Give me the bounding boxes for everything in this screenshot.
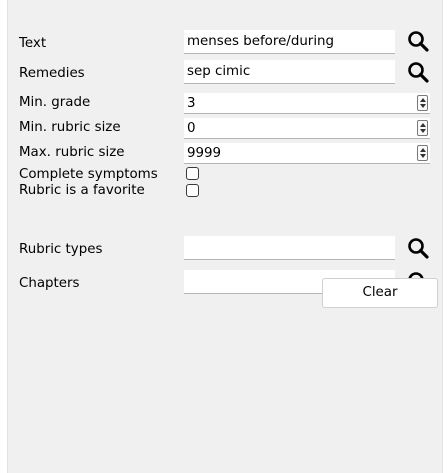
spin-down-icon[interactable] — [420, 104, 426, 108]
max-rubric-size-value: 9999 — [187, 146, 222, 161]
spin-arrows-icon[interactable] — [417, 120, 428, 136]
spin-up-icon[interactable] — [420, 148, 426, 152]
text-label: Text — [19, 36, 47, 51]
min-grade-value: 3 — [187, 96, 196, 111]
min-rubric-size-value: 0 — [187, 121, 196, 136]
text-search-button[interactable] — [404, 27, 434, 55]
max-rubric-size-spinbox[interactable]: 9999 — [184, 143, 430, 164]
spin-down-icon[interactable] — [420, 154, 426, 158]
remedies-input[interactable]: sep cimic — [184, 60, 395, 84]
spin-down-icon[interactable] — [420, 129, 426, 133]
complete-symptoms-label: Complete symptoms — [19, 167, 158, 182]
min-grade-label: Min. grade — [19, 95, 91, 110]
spin-arrows-icon[interactable] — [417, 145, 428, 161]
remedies-label: Remedies — [19, 66, 85, 81]
min-rubric-size-label: Min. rubric size — [19, 120, 121, 135]
rubric-favorite-checkbox[interactable] — [186, 184, 199, 197]
min-grade-spinbox[interactable]: 3 — [184, 93, 430, 114]
spin-arrows-icon[interactable] — [417, 95, 428, 111]
complete-symptoms-checkbox[interactable] — [186, 167, 199, 180]
search-icon — [408, 31, 429, 52]
rubric-favorite-label: Rubric is a favorite — [19, 183, 145, 198]
spin-up-icon[interactable] — [420, 123, 426, 127]
search-icon — [408, 62, 429, 83]
search-icon — [408, 238, 429, 259]
rubric-types-input[interactable] — [184, 236, 395, 260]
remedies-search-button[interactable] — [404, 58, 434, 86]
min-rubric-size-spinbox[interactable]: 0 — [184, 118, 430, 139]
spin-up-icon[interactable] — [420, 98, 426, 102]
rubric-types-search-button[interactable] — [404, 234, 434, 262]
chapters-label: Chapters — [19, 276, 80, 291]
clear-button[interactable]: Clear — [322, 278, 438, 308]
text-input[interactable]: menses before/during — [184, 30, 395, 54]
max-rubric-size-label: Max. rubric size — [19, 145, 125, 160]
rubric-types-label: Rubric types — [19, 242, 103, 257]
